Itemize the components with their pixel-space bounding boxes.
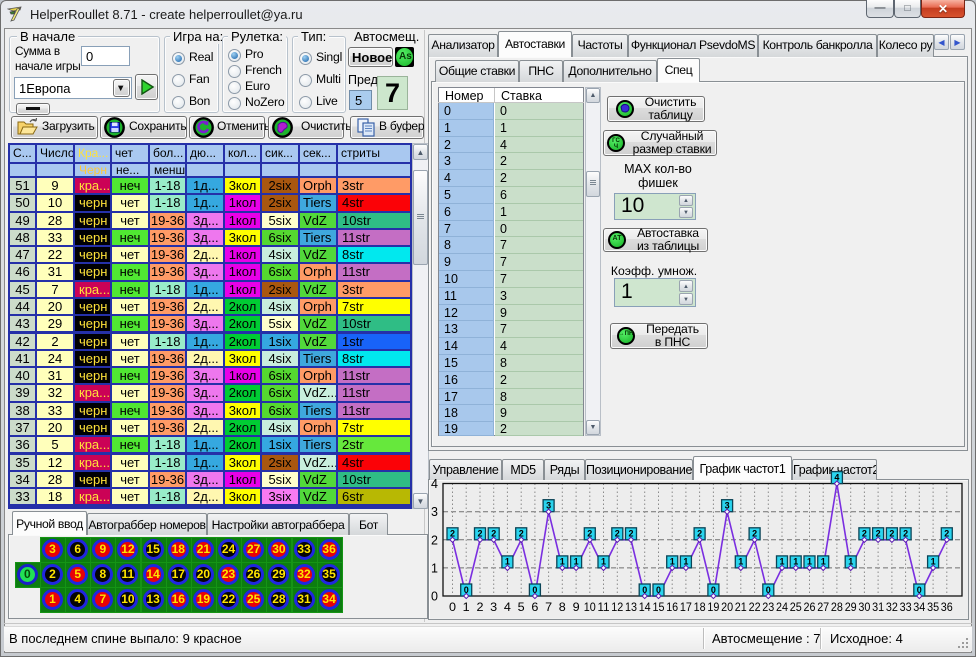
svg-text:16: 16 (666, 600, 678, 614)
svg-text:12: 12 (611, 600, 623, 614)
svg-text:33: 33 (900, 600, 912, 614)
svg-text:8: 8 (559, 600, 566, 614)
svg-text:10: 10 (584, 600, 596, 614)
svg-text:20: 20 (721, 600, 733, 614)
svg-text:11: 11 (598, 600, 610, 614)
svg-text:30: 30 (858, 600, 870, 614)
svg-text:4: 4 (504, 600, 511, 614)
svg-text:0: 0 (449, 600, 456, 614)
svg-text:28: 28 (831, 600, 843, 614)
svg-text:22: 22 (749, 600, 761, 614)
svg-text:9: 9 (573, 600, 580, 614)
svg-text:1: 1 (431, 561, 438, 575)
svg-text:3: 3 (490, 600, 497, 614)
svg-text:14: 14 (639, 600, 651, 614)
svg-text:29: 29 (845, 600, 857, 614)
svg-text:23: 23 (762, 600, 774, 614)
svg-text:34: 34 (913, 600, 925, 614)
svg-text:7: 7 (545, 600, 552, 614)
svg-text:13: 13 (625, 600, 637, 614)
svg-text:17: 17 (680, 600, 692, 614)
svg-text:18: 18 (694, 600, 706, 614)
svg-text:25: 25 (790, 600, 802, 614)
svg-text:1: 1 (463, 600, 470, 614)
svg-text:6: 6 (531, 600, 538, 614)
svg-text:0: 0 (431, 590, 438, 604)
svg-text:31: 31 (872, 600, 884, 614)
svg-text:21: 21 (735, 600, 747, 614)
svg-text:26: 26 (804, 600, 816, 614)
svg-text:32: 32 (886, 600, 898, 614)
svg-text:3: 3 (431, 505, 438, 519)
svg-text:27: 27 (817, 600, 829, 614)
svg-text:2: 2 (477, 600, 484, 614)
svg-text:4: 4 (431, 477, 438, 491)
svg-text:35: 35 (927, 600, 939, 614)
svg-text:5: 5 (518, 600, 525, 614)
svg-text:19: 19 (707, 600, 719, 614)
svg-text:15: 15 (653, 600, 665, 614)
svg-text:24: 24 (776, 600, 788, 614)
svg-text:2: 2 (431, 533, 438, 547)
svg-text:36: 36 (941, 600, 953, 614)
